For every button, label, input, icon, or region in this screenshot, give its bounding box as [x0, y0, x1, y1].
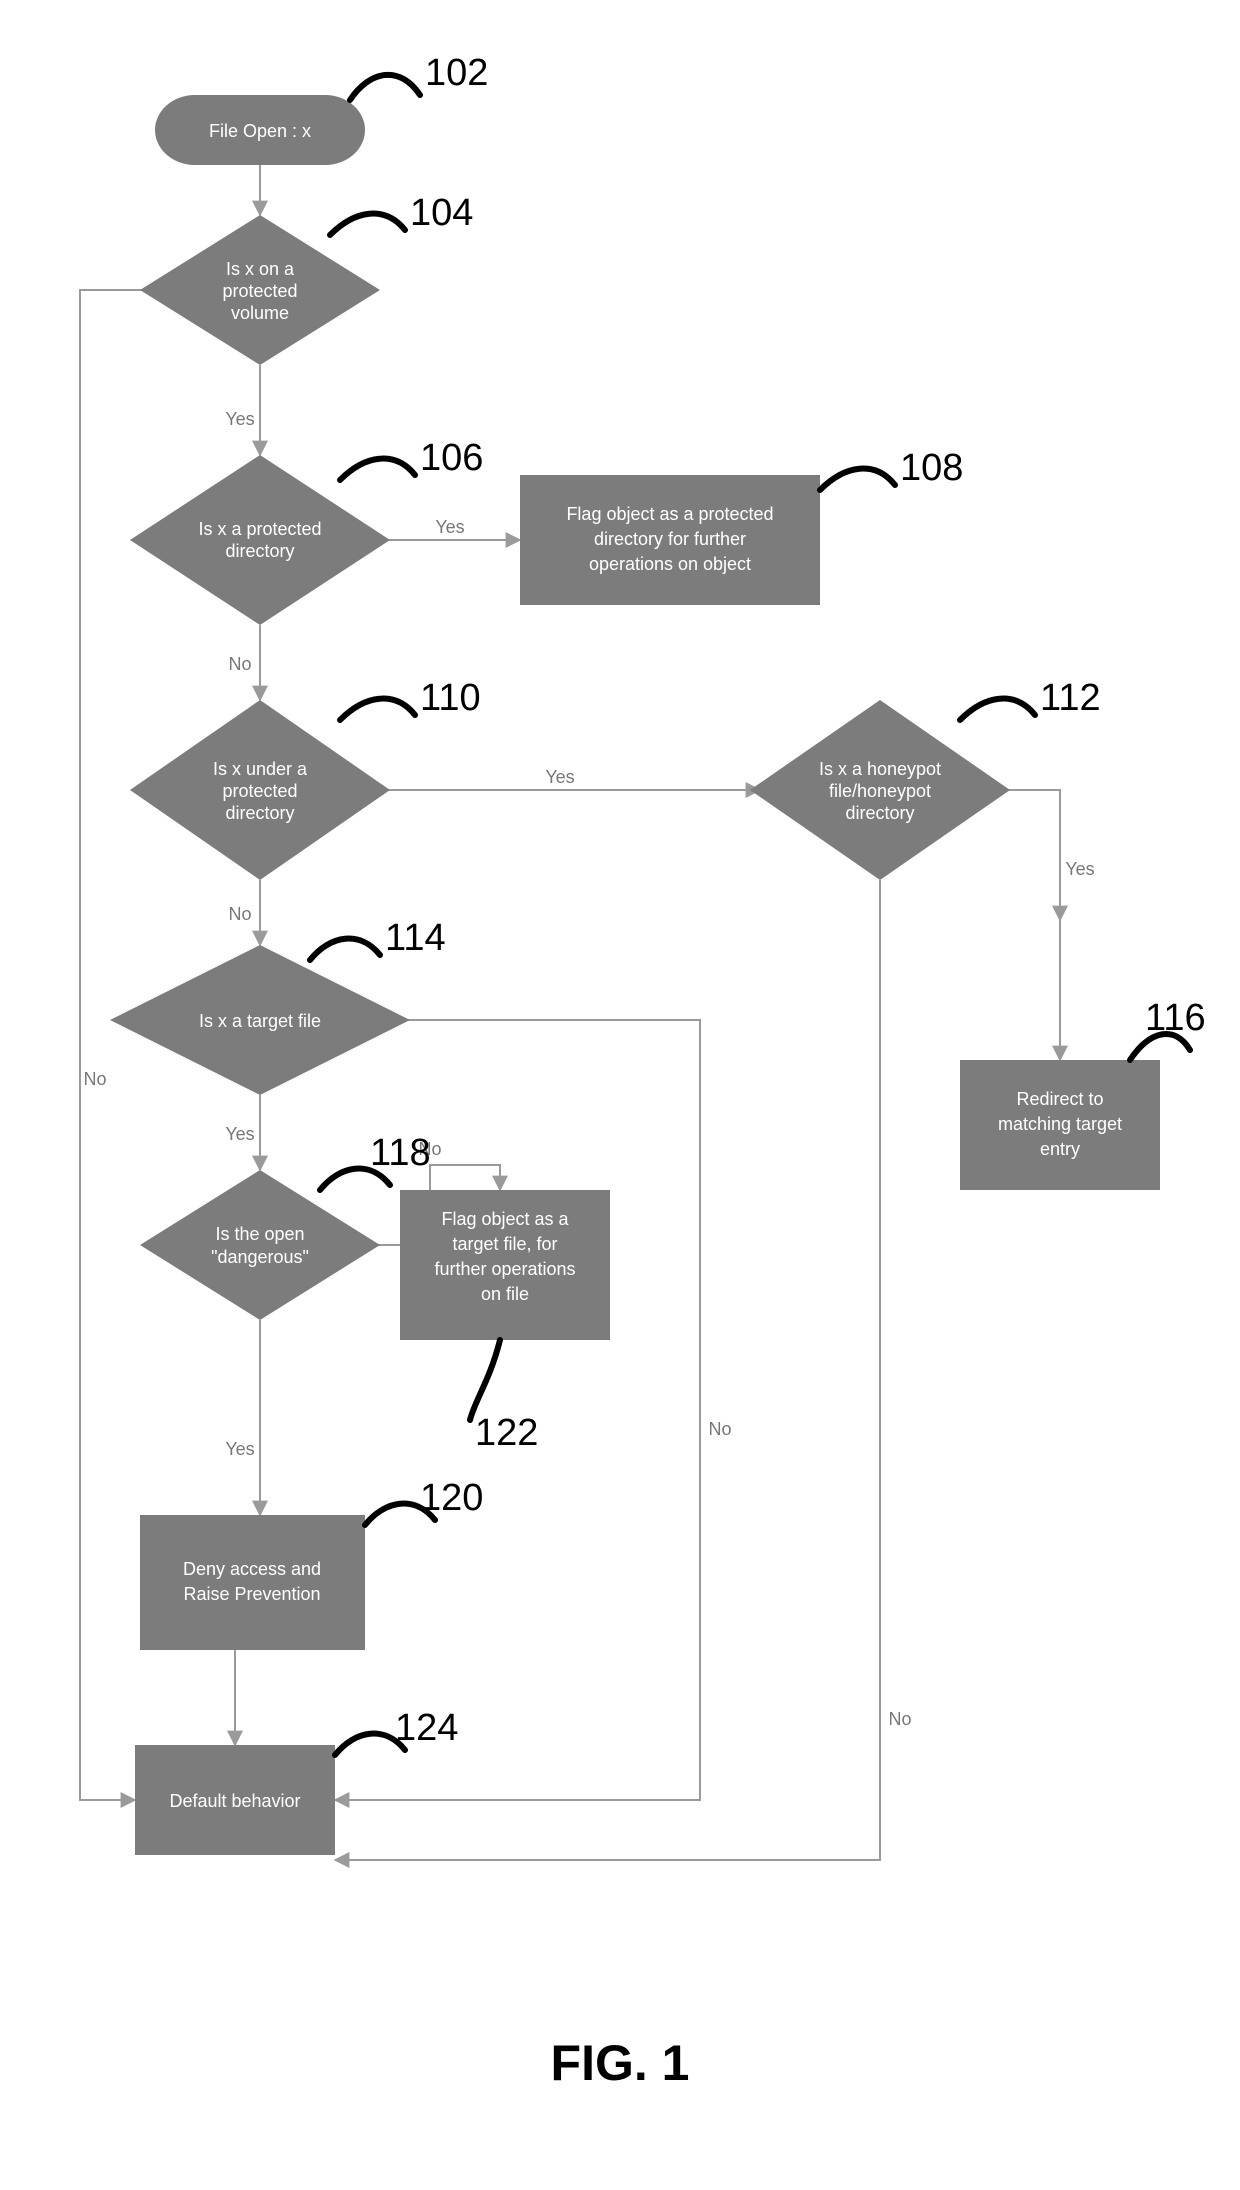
node-116: Redirect to matching target entry [960, 1060, 1160, 1190]
node-118: Is the open "dangerous" [140, 1170, 380, 1320]
svg-text:operations on object: operations on object [589, 554, 751, 574]
edge-label: Yes [435, 517, 464, 537]
svg-text:file/honeypot: file/honeypot [829, 781, 931, 801]
svg-text:Flag object as a protected: Flag object as a protected [566, 504, 773, 524]
svg-text:directory: directory [845, 803, 914, 823]
node-112: Is x a honeypot file/honeypot directory [750, 700, 1010, 880]
edge-label: No [888, 1709, 911, 1729]
svg-text:Deny access and: Deny access and [183, 1559, 321, 1579]
svg-text:102: 102 [425, 52, 488, 94]
svg-text:124: 124 [395, 1707, 458, 1749]
svg-text:112: 112 [1040, 677, 1101, 719]
svg-text:120: 120 [420, 1477, 483, 1519]
node-114: Is x a target file [110, 945, 410, 1095]
svg-text:114: 114 [385, 917, 446, 959]
svg-text:Is x a honeypot: Is x a honeypot [819, 759, 941, 779]
node-124: Default behavior [135, 1745, 335, 1855]
svg-text:Is x a protected: Is x a protected [198, 519, 321, 539]
svg-text:"dangerous": "dangerous" [211, 1247, 309, 1267]
edge-label: Yes [545, 767, 574, 787]
edge-label: No [228, 904, 251, 924]
svg-text:Raise Prevention: Raise Prevention [183, 1584, 320, 1604]
edge-label: Yes [225, 1124, 254, 1144]
svg-text:Is x a target file: Is x a target file [199, 1011, 321, 1031]
figure-label: FIG. 1 [551, 2035, 690, 2091]
edge-label: No [83, 1069, 106, 1089]
svg-text:Is x under a: Is x under a [213, 759, 308, 779]
edge-label: Yes [225, 1439, 254, 1459]
svg-text:File Open : x: File Open : x [209, 121, 311, 141]
svg-text:122: 122 [475, 1412, 538, 1454]
svg-text:118: 118 [370, 1132, 431, 1174]
svg-text:entry: entry [1040, 1139, 1080, 1159]
svg-text:directory for further: directory for further [594, 529, 746, 549]
svg-text:target file, for: target file, for [452, 1234, 557, 1254]
svg-text:Flag object as a: Flag object as a [441, 1209, 569, 1229]
svg-text:116: 116 [1145, 997, 1206, 1039]
edge-label: No [228, 654, 251, 674]
svg-text:106: 106 [420, 437, 483, 479]
svg-text:protected: protected [222, 781, 297, 801]
node-110: Is x under a protected directory [130, 700, 390, 880]
svg-text:directory: directory [225, 541, 294, 561]
svg-text:protected: protected [222, 281, 297, 301]
flowchart-svg: Yes No Yes No Yes No Yes No Yes No No [0, 0, 1240, 2190]
nodes: File Open : x Is x on a protected volume… [110, 95, 1160, 1855]
node-120: Deny access and Raise Prevention [140, 1515, 365, 1650]
node-102: File Open : x [155, 95, 365, 165]
edge-label: No [708, 1419, 731, 1439]
svg-text:104: 104 [410, 192, 473, 234]
svg-text:directory: directory [225, 803, 294, 823]
node-122: Flag object as a target file, for furthe… [400, 1190, 610, 1340]
reference-labels: 102 104 106 108 110 112 114 116 118 122 … [310, 52, 1206, 1755]
node-106: Is x a protected directory [130, 455, 390, 625]
node-108: Flag object as a protected directory for… [520, 475, 820, 605]
svg-text:on file: on file [481, 1284, 529, 1304]
edge-label: Yes [225, 409, 254, 429]
svg-text:Is the open: Is the open [215, 1224, 304, 1244]
svg-text:Redirect to: Redirect to [1016, 1089, 1103, 1109]
edge-label: Yes [1065, 859, 1094, 879]
svg-text:matching target: matching target [998, 1114, 1122, 1134]
svg-text:further operations: further operations [434, 1259, 575, 1279]
svg-text:108: 108 [900, 447, 963, 489]
svg-text:volume: volume [231, 303, 289, 323]
node-104: Is x on a protected volume [140, 215, 380, 365]
svg-text:Is x on a: Is x on a [226, 259, 295, 279]
svg-text:110: 110 [420, 677, 481, 719]
svg-text:Default behavior: Default behavior [169, 1791, 300, 1811]
